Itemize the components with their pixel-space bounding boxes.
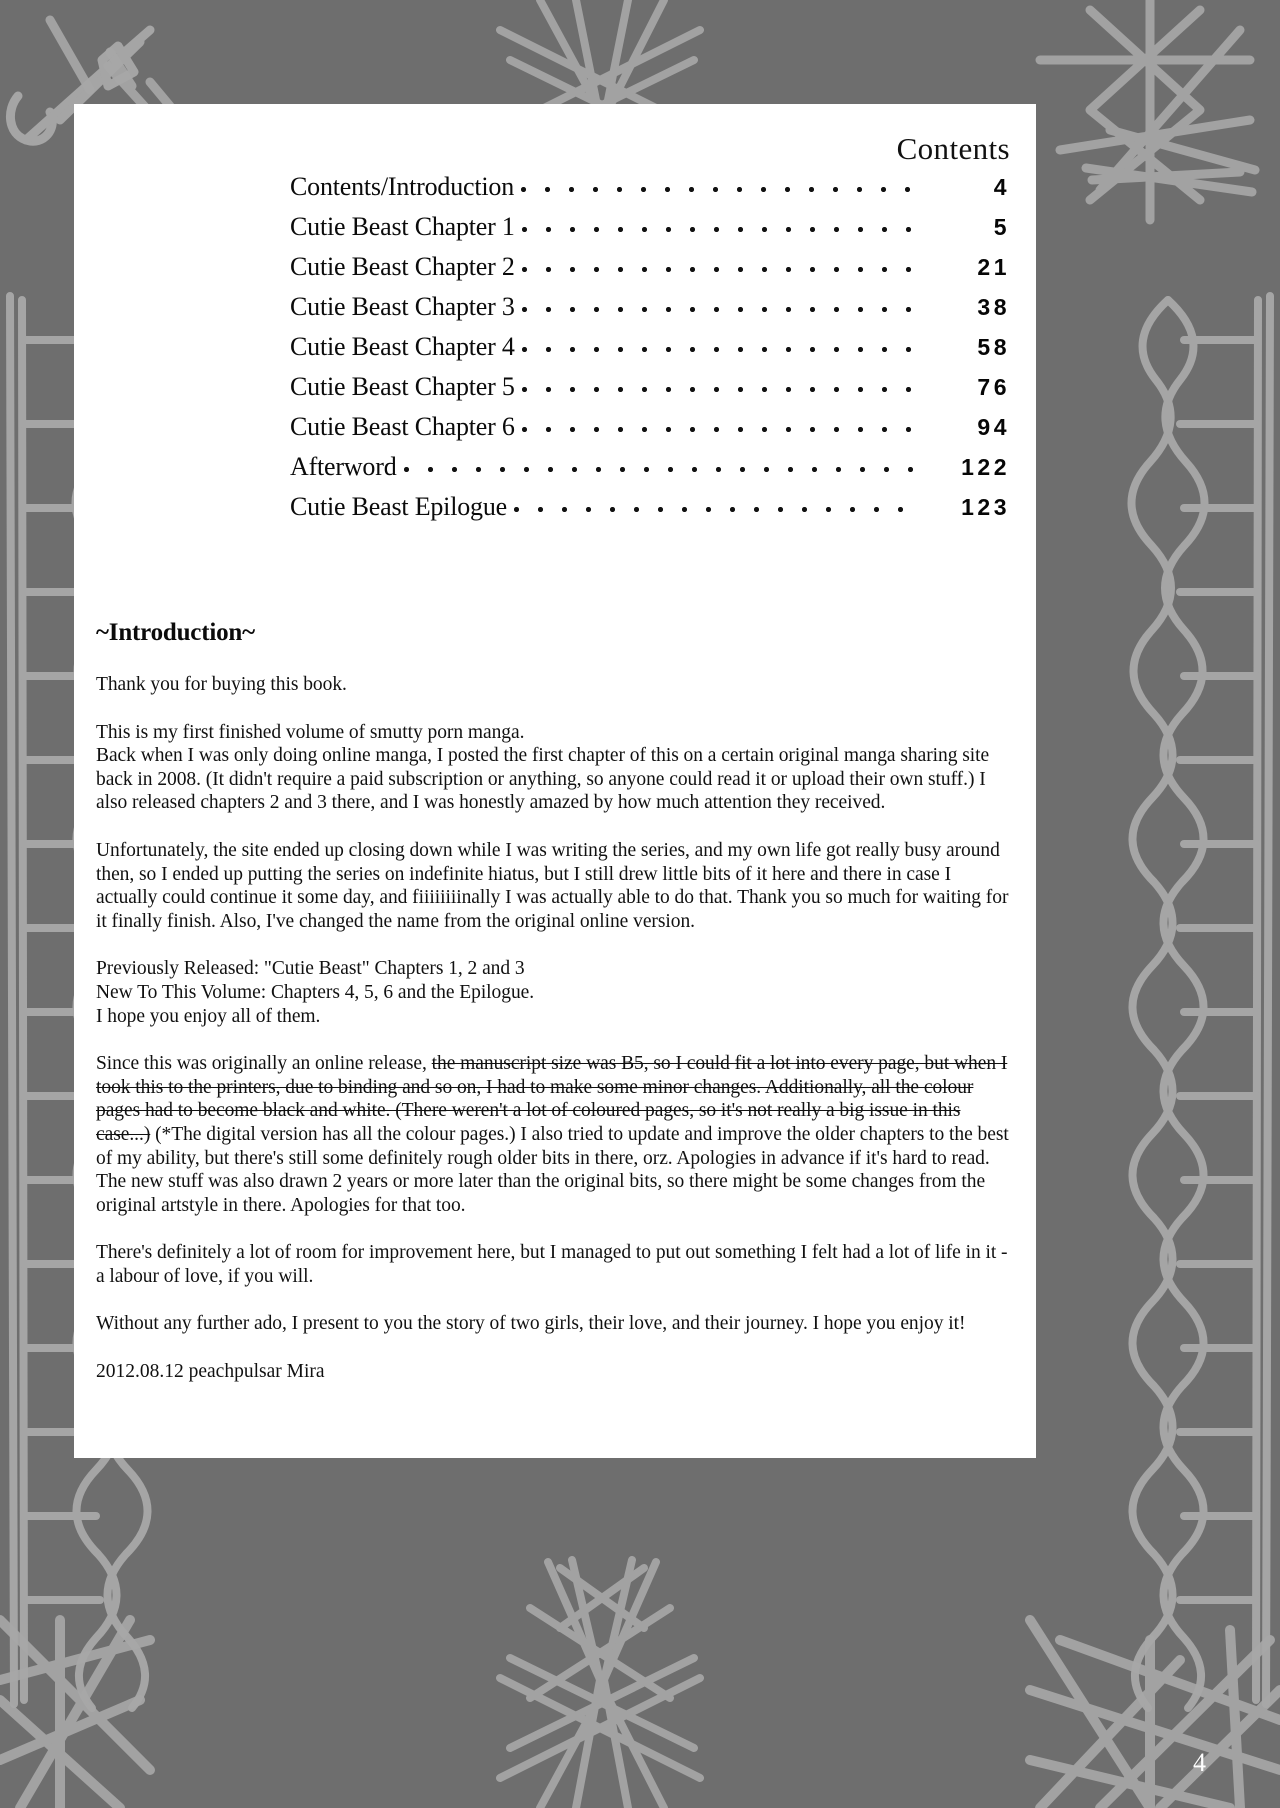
intro-paragraph-thanks: Thank you for buying this book. [96,674,347,695]
toc-leader-dots [521,259,917,275]
page-number: 4 [1193,1748,1206,1777]
introduction-section: ~Introduction~ Thank you for buying this… [96,619,1014,1384]
toc-entry-label: Cutie Beast Chapter 3 [290,292,515,322]
intro-paragraph-first-volume: This is my first finished volume of smut… [96,721,990,814]
toc-entry[interactable]: Cutie Beast Chapter 5 76 [74,372,1036,412]
toc-entry[interactable]: Cutie Beast Chapter 1 5 [74,212,1036,252]
toc-leader-dots [521,179,917,195]
toc-entry-page-number: 76 [977,374,1010,401]
intro-paragraph-closing: Without any further ado, I present to yo… [96,1313,966,1335]
manuscript-lead-text: Since this was originally an online rele… [96,1053,432,1075]
toc-leader-dots [521,419,917,435]
toc-entry-label: Cutie Beast Chapter 6 [290,412,515,442]
toc-leader-dots [521,299,917,315]
toc-entry[interactable]: Cutie Beast Chapter 4 58 [74,332,1036,372]
toc-entry[interactable]: Afterword 122 [74,452,1036,492]
toc-entry-page-number: 123 [961,494,1010,521]
toc-entry-list: Contents/Introduction 4 Cutie Beast Chapte… [74,172,1036,532]
toc-entry-page-number: 5 [993,214,1010,241]
toc-entry-page-number: 94 [977,414,1010,441]
toc-entry-label: Cutie Beast Epilogue [290,492,507,522]
author-signature: 2012.08.12 peachpulsar Mira [96,1361,325,1383]
toc-entry-label: Cutie Beast Chapter 2 [290,252,515,282]
toc-entry-page-number: 21 [977,254,1010,281]
toc-entry[interactable]: Cutie Beast Chapter 6 94 [74,412,1036,452]
toc-leader-dots [513,499,917,515]
toc-entry-page-number: 38 [977,294,1010,321]
manuscript-tail-text: (*The digital version has all the colour… [96,1123,1009,1216]
toc-entry[interactable]: Cutie Beast Chapter 3 38 [74,292,1036,332]
toc-entry[interactable]: Contents/Introduction 4 [74,172,1036,212]
introduction-heading: ~Introduction~ [96,619,255,646]
toc-entry[interactable]: Cutie Beast Epilogue 123 [74,492,1036,532]
toc-entry-label: Cutie Beast Chapter 5 [290,372,515,402]
intro-paragraph-release-list: Previously Released: "Cutie Beast" Chapt… [96,958,535,1027]
intro-paragraph-manuscript: Since this was originally an online rele… [96,1052,1014,1217]
toc-entry-label: Contents/Introduction [290,172,514,202]
toc-entry-page-number: 122 [961,454,1010,481]
contents-heading: Contents [896,131,1010,166]
toc-entry-page-number: 4 [993,174,1010,201]
toc-entry[interactable]: Cutie Beast Chapter 2 21 [74,252,1036,292]
table-of-contents: Contents Contents/Introduction 4 Cutie Bea… [74,104,1036,532]
toc-leader-dots [521,379,917,395]
toc-entry-label: Cutie Beast Chapter 1 [290,212,515,242]
intro-paragraph-hiatus: Unfortunately, the site ended up closing… [96,839,1009,932]
toc-leader-dots [521,339,917,355]
toc-leader-dots [403,459,918,475]
intro-paragraph-improvement: There's definitely a lot of room for imp… [96,1242,1008,1287]
toc-entry-label: Cutie Beast Chapter 4 [290,332,515,362]
toc-entry-page-number: 58 [977,334,1010,361]
page-sheet: Contents Contents/Introduction 4 Cutie Bea… [74,104,1036,1458]
toc-leader-dots [521,219,917,235]
toc-entry-label: Afterword [290,452,397,482]
